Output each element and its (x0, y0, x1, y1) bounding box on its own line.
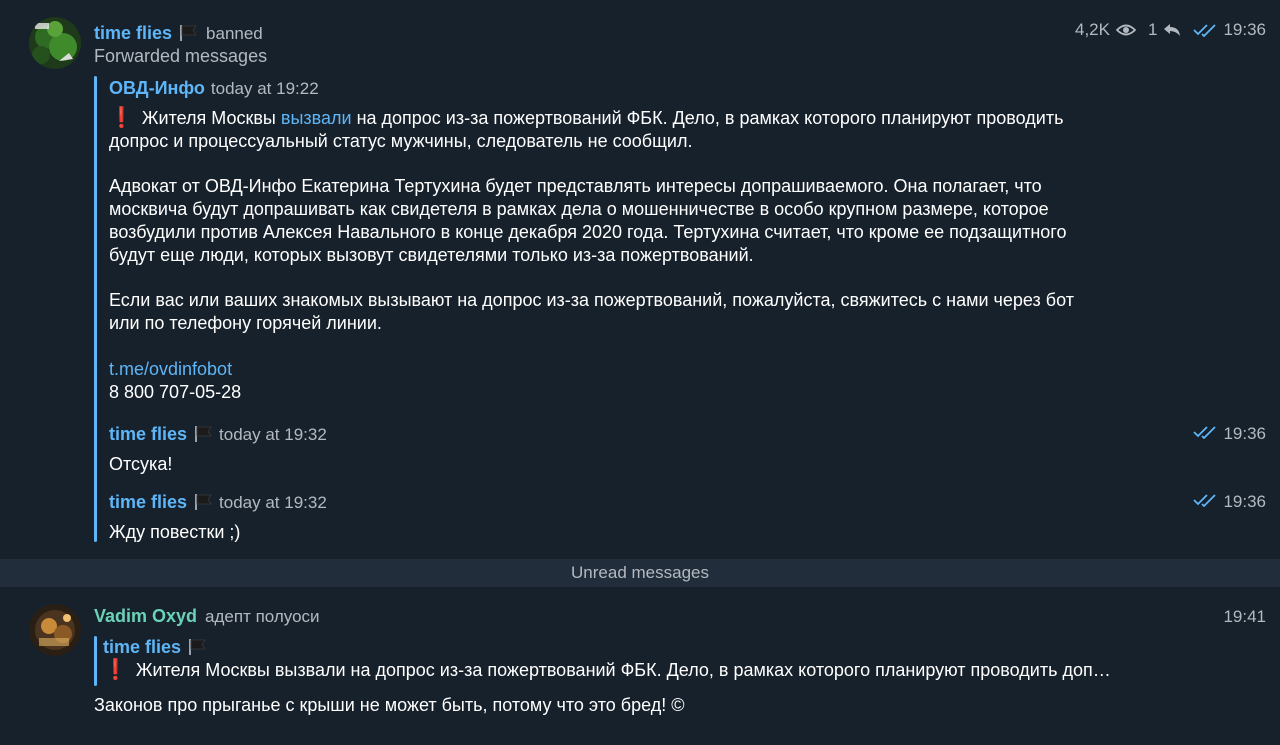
exclamation-icon: ❗ (103, 659, 128, 681)
forwarded-para2-line: возбудили против Алексея Навального в ко… (109, 221, 1067, 242)
forwarded-para3-line: или по телефону горячей линии. (109, 313, 382, 334)
avatar-time-flies[interactable] (29, 17, 81, 69)
forwarded-para2-line: Адвокат от ОВД-Инфо Екатерина Тертухина … (109, 176, 1042, 197)
message-time: 19:36 (1223, 20, 1266, 39)
message-meta: 4,2K 1 19:36 (1075, 20, 1266, 40)
reply-arrow-icon[interactable] (1163, 23, 1181, 37)
double-check-icon (1193, 492, 1217, 512)
double-check-icon (1193, 424, 1217, 444)
forward-header: ОВД-Инфо today at 19:22 (109, 78, 319, 99)
avatar-vadim-oxyd[interactable] (29, 604, 81, 656)
reply-preview[interactable]: time flies ❗ Жителя Москвы вызвали на доп… (103, 636, 1111, 682)
sub-message-header: time flies today at 19:32 (109, 424, 327, 445)
sender-name[interactable]: Vadim Oxyd (94, 606, 197, 626)
forwarded-text: ❗ Жителя Москвы вызвали на допрос из-за п… (109, 107, 1074, 403)
double-check-icon (1193, 23, 1217, 37)
sub-message-text: Жду повестки ;) (109, 522, 241, 542)
exclamation-icon: ❗ (109, 107, 134, 129)
link-vyzvali[interactable]: вызвали (281, 108, 352, 128)
message-time: 19:41 (1223, 607, 1266, 626)
forward-source-name[interactable]: ОВД-Инфо (109, 78, 205, 98)
sender-badge: адепт полуоси (205, 607, 320, 626)
forwarded-line-1: ❗ Жителя Москвы вызвали на допрос из-за п… (109, 107, 1064, 129)
message-header: time flies banned (94, 22, 263, 45)
forwarded-line-2: допрос и процессуальный статус мужчины, … (109, 130, 693, 151)
bot-link[interactable]: t.me/ovdinfobot (109, 358, 1074, 381)
eye-icon (1115, 23, 1136, 37)
black-flag-icon (193, 493, 213, 511)
unread-messages-divider: Unread messages (0, 559, 1280, 587)
sub-message-time: 19:36 (1223, 492, 1266, 511)
sender-badge: banned (206, 24, 263, 43)
forwarded-para2-line: будут еще люди, которых вызовут свидетел… (109, 244, 754, 265)
views-count: 4,2K (1075, 20, 1110, 39)
sender-name[interactable]: time flies (94, 23, 172, 43)
replies-count: 1 (1147, 20, 1158, 39)
reply-bar (94, 636, 97, 686)
forwarded-messages-label: Forwarded messages (94, 46, 268, 66)
reply-text: Жителя Москвы вызвали на допрос из-за по… (135, 660, 1111, 680)
message-header: Vadim Oxyd адепт полуоси (94, 605, 320, 628)
forward-bar (94, 76, 97, 542)
sub-time-label: today at 19:32 (219, 425, 327, 444)
sub-message-text: Отсука! (109, 454, 173, 474)
sub-time-label: today at 19:32 (219, 493, 327, 512)
sub-message-header: time flies today at 19:32 (109, 492, 327, 513)
reply-sender-name: time flies (103, 637, 182, 657)
black-flag-icon (178, 24, 198, 42)
sub-sender-name[interactable]: time flies (109, 424, 187, 444)
sub-sender-name[interactable]: time flies (109, 492, 187, 512)
sub-message-meta: 19:36 (1193, 492, 1266, 512)
message-text: Законов про прыганье с крыши не может бы… (94, 695, 685, 715)
forwarded-para2-line: москвича будут допрашивать как свидетеля… (109, 199, 1049, 220)
black-flag-icon (193, 425, 213, 443)
message-group-1: time flies banned Forwarded messages 4,2K… (0, 0, 1280, 559)
phone-number: 8 800 707-05-28 (109, 381, 242, 402)
message-group-2: Vadim Oxyd адепт полуоси 19:41 time flies… (0, 587, 1280, 745)
black-flag-icon (187, 638, 207, 656)
forwarded-para3-line: Если вас или ваших знакомых вызывают на … (109, 290, 1074, 311)
forward-source-time: today at 19:22 (210, 79, 319, 98)
sub-message-time: 19:36 (1223, 424, 1266, 443)
message-meta: 19:41 (1223, 607, 1266, 627)
sub-message-meta: 19:36 (1193, 424, 1266, 444)
